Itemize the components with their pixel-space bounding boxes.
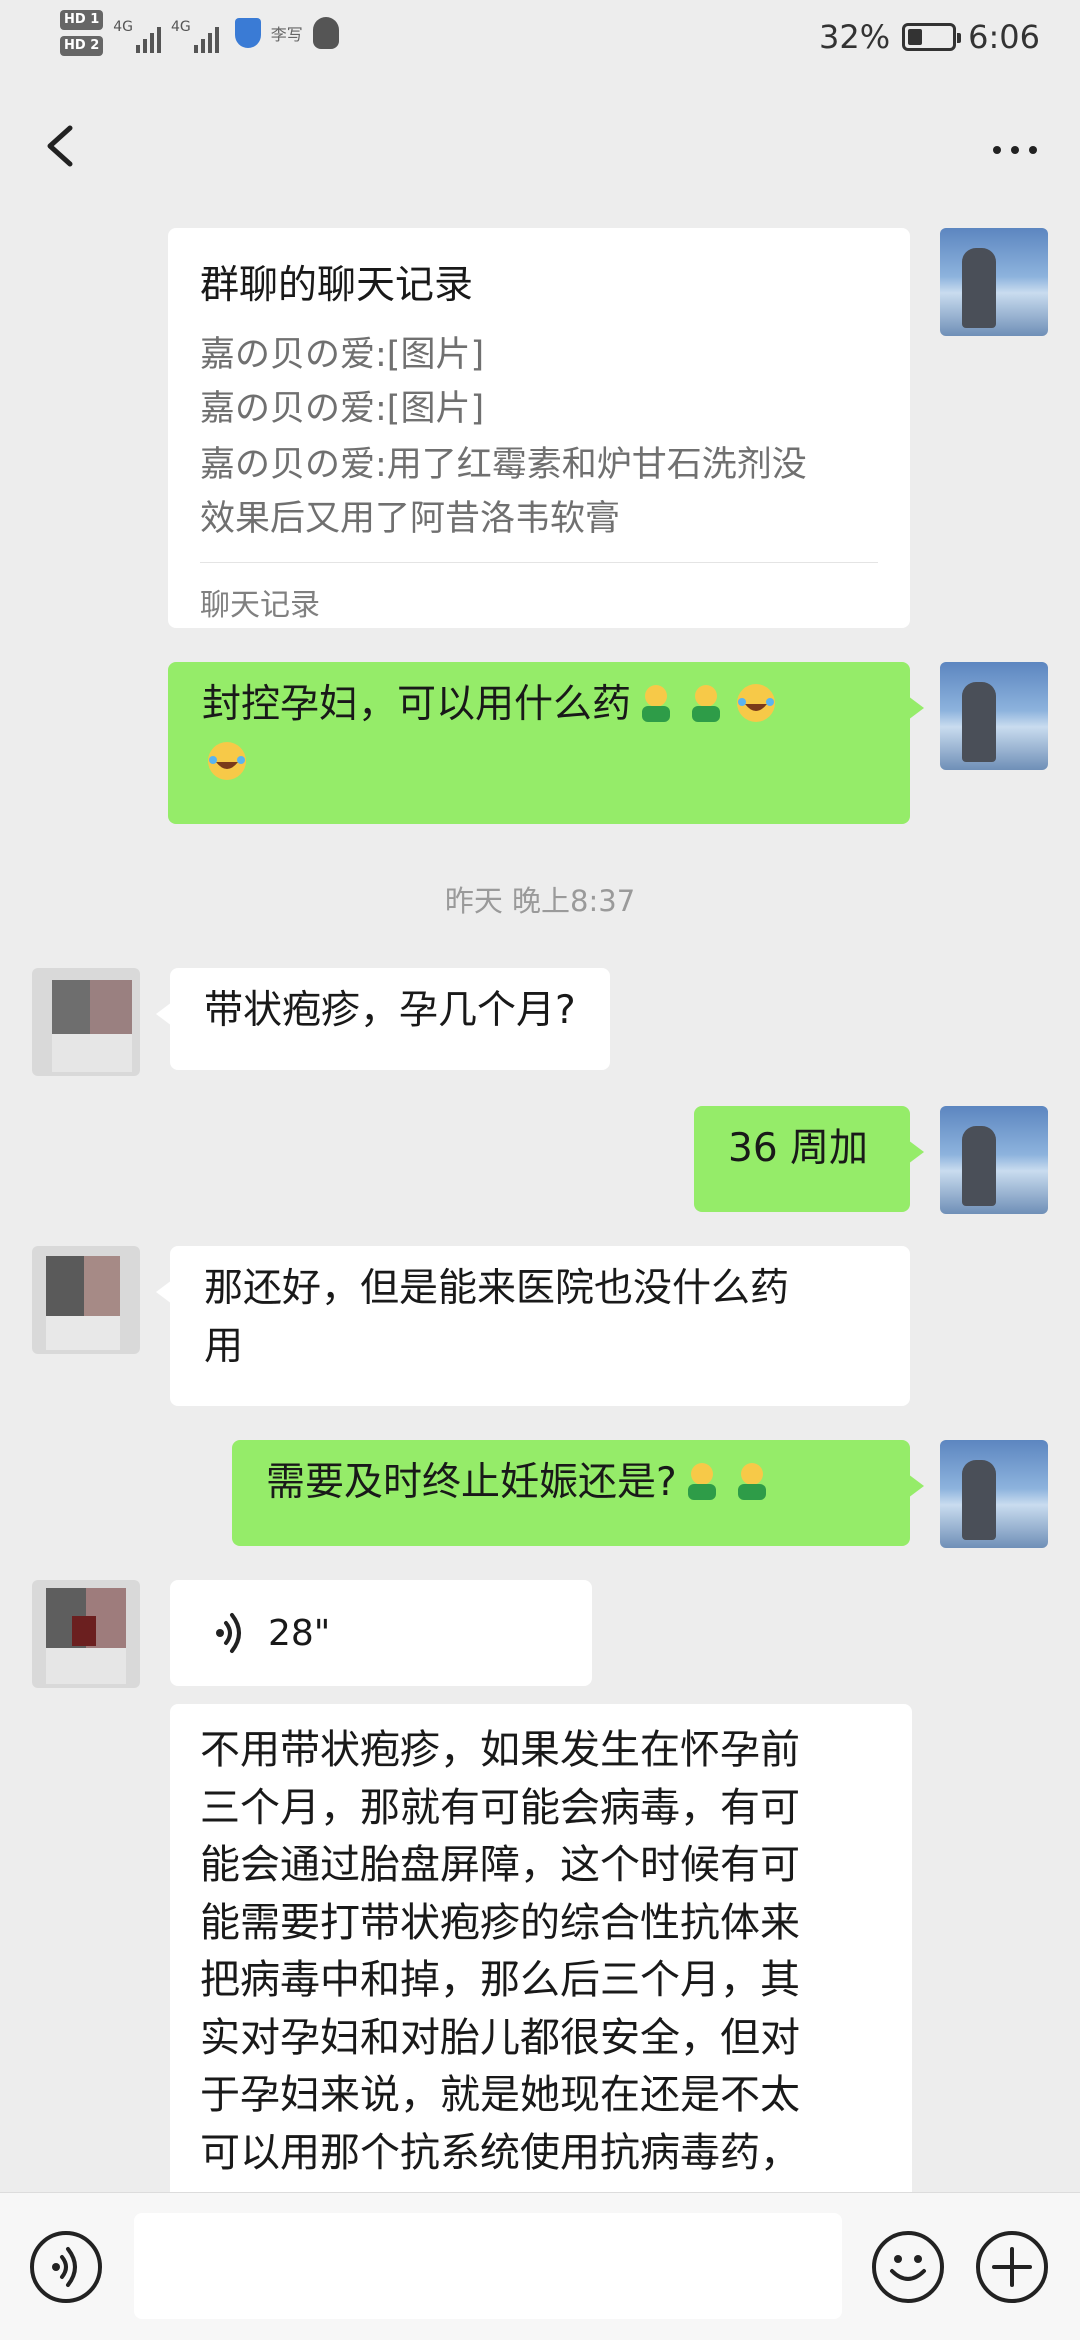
hd1-badge: HD 1 — [60, 10, 104, 30]
record-line: 效果后又用了阿昔洛韦软膏 — [200, 499, 621, 539]
signal-1-icon: 4G — [113, 13, 162, 53]
hd2-badge: HD 2 — [60, 36, 104, 56]
clock: 6:06 — [968, 18, 1040, 56]
input-bar — [0, 2192, 1080, 2340]
record-line: 嘉の贝の爱:[图片] — [200, 389, 485, 429]
carrier-label: 李写 — [270, 25, 303, 44]
back-button[interactable] — [30, 110, 90, 180]
record-divider — [200, 562, 878, 563]
my-message-bubble[interactable]: 36 周加 — [694, 1106, 924, 1212]
battery-icon — [902, 23, 962, 51]
voice-transcription[interactable]: 不用带状疱疹，如果发生在怀孕前 三个月，那就有可能会病毒，有可 能会通过胎盘屏障… — [170, 1704, 912, 2204]
contact-message-bubble[interactable]: 带状疱疹，孕几个月? — [156, 968, 610, 1070]
contact-avatar[interactable] — [32, 1246, 140, 1354]
timestamp: 昨天 晚上8:37 — [444, 884, 636, 918]
record-line: 嘉の贝の爱:用了红霉素和炉甘石洗剂没 — [200, 445, 807, 485]
my-message-bubble[interactable]: 需要及时终止妊娠还是? — [232, 1440, 924, 1546]
voice-wave-icon — [216, 1613, 241, 1653]
transcription-line: 于孕妇来说，就是她现在还是不太 — [200, 2072, 800, 2118]
transcription-line: 能会通过胎盘屏障，这个时候有可 — [200, 1842, 800, 1888]
contact-message-bubble[interactable]: 那还好，但是能来医院也没什么药 用 — [156, 1246, 910, 1406]
message-text: 需要及时终止妊娠还是? — [266, 1460, 677, 1505]
emoji-icon-person — [687, 1462, 716, 1500]
status-left: HD 1 HD 2 4G 4G 李写 — [60, 10, 339, 56]
emoji-icon-laugh — [737, 683, 776, 722]
chat-record-card[interactable]: 群聊的聊天记录 嘉の贝の爱:[图片] 嘉の贝の爱:[图片] 嘉の贝の爱:用了红霉… — [168, 228, 910, 628]
emoji-icon — [890, 2255, 926, 2281]
add-button[interactable] — [976, 2231, 1048, 2303]
voice-message-bubble[interactable]: 28" — [170, 1580, 592, 1686]
emoji-icon-person — [692, 684, 721, 722]
transcription-line: 实对孕妇和对胎儿都很安全，但对 — [200, 2014, 800, 2061]
plus-icon — [992, 2247, 1032, 2287]
record-title: 群聊的聊天记录 — [200, 263, 474, 308]
my-avatar[interactable] — [940, 662, 1048, 770]
transcription-line: 把病毒中和掉，那么后三个月，其 — [200, 1957, 800, 2003]
emoji-icon-person — [737, 1462, 766, 1500]
emoji-button[interactable] — [872, 2231, 944, 2303]
my-avatar[interactable] — [940, 1106, 1048, 1214]
message-text: 带状疱疹，孕几个月? — [204, 988, 576, 1033]
chevron-left-icon — [47, 125, 73, 167]
signal-2-icon: 4G — [171, 13, 219, 53]
message-text: 封控孕妇，可以用什么药 — [202, 682, 632, 727]
emoji-icon-laugh — [208, 741, 246, 780]
more-dots-icon — [993, 146, 1037, 154]
message-text: 用 — [204, 1324, 244, 1369]
shield-icon — [234, 18, 261, 48]
transcription-line: 可以用那个抗系统使用抗病毒药， — [200, 2129, 800, 2176]
qq-icon — [312, 17, 339, 49]
my-avatar[interactable] — [940, 1440, 1048, 1548]
voice-duration: 28" — [268, 1612, 331, 1654]
voice-input-button[interactable] — [30, 2231, 102, 2303]
message-text: 那还好，但是能来医院也没什么药 — [204, 1266, 790, 1311]
voice-input-icon — [52, 2247, 77, 2287]
my-message-bubble[interactable]: 封控孕妇，可以用什么药 — [168, 662, 924, 824]
transcription-line: 三个月，那就有可能会病毒，有可 — [200, 1784, 800, 1831]
battery-percent: 32% — [819, 18, 891, 56]
record-line: 嘉の贝の爱:[图片] — [200, 335, 485, 375]
more-button[interactable] — [980, 120, 1050, 180]
record-footer: 聊天记录 — [200, 588, 320, 623]
transcription-line: 能需要打带状疱疹的综合性抗体来 — [200, 1899, 800, 1946]
emoji-icon-person — [642, 684, 671, 722]
contact-avatar[interactable] — [32, 968, 140, 1076]
status-right: 32% 6:06 — [819, 18, 1040, 56]
message-input[interactable] — [134, 2213, 842, 2319]
message-text: 36 周加 — [728, 1126, 869, 1171]
status-bar: HD 1 HD 2 4G 4G 李写 32% 6:06 — [0, 0, 1080, 80]
contact-avatar[interactable] — [32, 1580, 140, 1688]
transcription-line: 不用带状疱疹，如果发生在怀孕前 — [200, 1727, 800, 1773]
my-avatar[interactable] — [940, 228, 1048, 336]
